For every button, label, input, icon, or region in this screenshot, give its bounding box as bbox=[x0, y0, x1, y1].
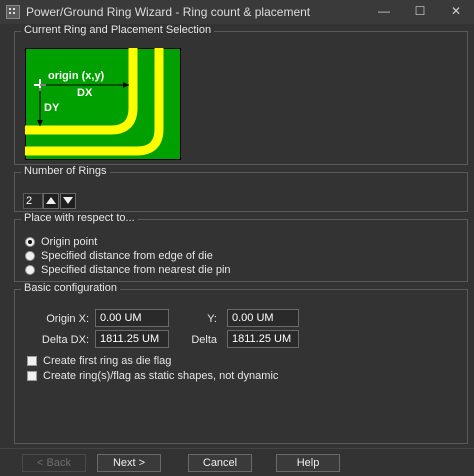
rings-increment-button[interactable] bbox=[43, 193, 59, 209]
radio-label: Specified distance from edge of die bbox=[41, 250, 213, 262]
maximize-button[interactable]: ☐ bbox=[402, 0, 438, 24]
app-icon bbox=[6, 5, 20, 19]
cancel-button[interactable]: Cancel bbox=[188, 454, 252, 472]
delta-dx-label: Delta DX: bbox=[41, 334, 89, 346]
ring-placement-title: Current Ring and Placement Selection bbox=[21, 24, 215, 36]
next-button[interactable]: Next > bbox=[97, 454, 161, 472]
radio-button[interactable] bbox=[25, 251, 35, 261]
wizard-window: Power/Ground Ring Wizard - Ring count & … bbox=[0, 0, 474, 476]
minimize-button[interactable]: — bbox=[366, 0, 402, 24]
checkbox-label: Create ring(s)/flag as static shapes, no… bbox=[43, 370, 279, 382]
checkbox[interactable] bbox=[27, 371, 37, 381]
dx-label: DX bbox=[77, 87, 93, 99]
checkbox-label: Create first ring as die flag bbox=[43, 355, 172, 367]
close-button[interactable]: ✕ bbox=[438, 0, 474, 24]
ring-placement-diagram: origin (x,y) DX DY bbox=[25, 48, 181, 160]
number-of-rings-group: Number of Rings 2 bbox=[14, 165, 468, 212]
radio-button[interactable] bbox=[25, 265, 35, 275]
delta-field[interactable]: 1811.25 UM bbox=[227, 330, 299, 348]
checkbox[interactable] bbox=[27, 356, 37, 366]
radio-label: Origin point bbox=[41, 236, 98, 248]
delta-label: Delta bbox=[191, 334, 217, 346]
number-of-rings-title: Number of Rings bbox=[21, 165, 110, 177]
origin-label: origin (x,y) bbox=[48, 70, 105, 82]
ring-placement-group: Current Ring and Placement Selection ori… bbox=[14, 24, 468, 165]
y-field[interactable]: 0.00 UM bbox=[227, 309, 299, 327]
arrow-up-icon bbox=[46, 197, 56, 204]
window-title: Power/Ground Ring Wizard - Ring count & … bbox=[26, 5, 311, 19]
y-label: Y: bbox=[207, 313, 217, 325]
help-button[interactable]: Help bbox=[276, 454, 340, 472]
delta-dx-field[interactable]: 1811.25 UM bbox=[95, 330, 169, 348]
title-bar: Power/Ground Ring Wizard - Ring count & … bbox=[0, 0, 474, 24]
rings-decrement-button[interactable] bbox=[60, 193, 76, 209]
placement-group: Place with respect to... Origin point Sp… bbox=[14, 212, 468, 282]
button-bar-divider bbox=[0, 448, 474, 449]
arrow-down-icon bbox=[63, 197, 73, 204]
rings-count-input[interactable]: 2 bbox=[23, 193, 43, 209]
origin-x-field[interactable]: 0.00 UM bbox=[95, 309, 169, 327]
basic-configuration-title: Basic configuration bbox=[21, 282, 120, 294]
origin-x-label: Origin X: bbox=[46, 313, 89, 325]
placement-title: Place with respect to... bbox=[21, 212, 138, 224]
basic-configuration-group: Basic configuration Origin X: 0.00 UM Y:… bbox=[14, 282, 468, 444]
back-button[interactable]: < Back bbox=[22, 454, 86, 472]
radio-button[interactable] bbox=[25, 237, 35, 247]
radio-label: Specified distance from nearest die pin bbox=[41, 264, 231, 276]
dy-label: DY bbox=[44, 102, 60, 114]
